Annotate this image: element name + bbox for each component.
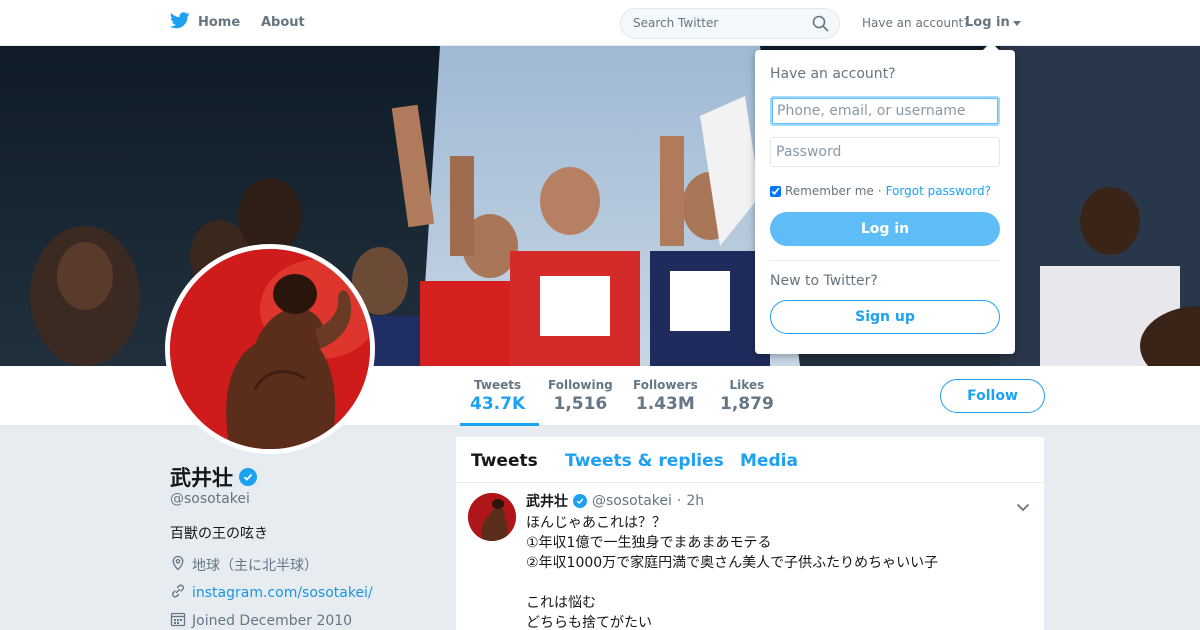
- login-dropdown: Have an account? Remember me · Forgot pa…: [755, 42, 1015, 354]
- tweet-author-screen-name[interactable]: @sosotakei: [592, 493, 672, 509]
- profile-avatar[interactable]: [165, 244, 375, 454]
- tweet-separator: ·: [676, 493, 682, 509]
- stat-value: 1,516: [553, 394, 608, 414]
- timeline: Tweets Tweets & replies Media 武井壮 @sosot…: [456, 437, 1044, 630]
- nav-home-link[interactable]: Home: [169, 12, 241, 33]
- profile-url: instagram.com/sosotakei/: [170, 583, 373, 603]
- stat-value: 1.43M: [635, 394, 695, 414]
- stat-value: 43.7K: [470, 394, 526, 414]
- stat-followers[interactable]: Followers 1.43M: [633, 378, 698, 414]
- profile-location: 地球（主に北半球）: [170, 555, 318, 575]
- profile-screen-name: @sosotakei: [170, 491, 250, 507]
- calendar-icon: [170, 611, 186, 630]
- twitter-bird-icon: [169, 12, 190, 33]
- username-field[interactable]: [770, 96, 1000, 126]
- have-account-text: Have an account?: [862, 16, 970, 30]
- location-pin-icon: [170, 555, 186, 575]
- tab-tweets[interactable]: Tweets: [471, 451, 538, 471]
- password-field[interactable]: [770, 137, 1000, 167]
- tweet-avatar[interactable]: [468, 493, 516, 541]
- stat-label: Tweets: [474, 378, 522, 392]
- tweet[interactable]: 武井壮 @sosotakei · 2h ほんじゃあこれは？？ ①年収1億で一生独…: [456, 483, 1044, 630]
- remember-me-checkbox[interactable]: [770, 185, 781, 197]
- new-to-twitter-text: New to Twitter?: [770, 273, 878, 289]
- stat-likes[interactable]: Likes 1,879: [720, 378, 774, 414]
- search-icon[interactable]: [812, 15, 829, 36]
- chevron-down-icon: [1012, 21, 1021, 26]
- nav-about-link[interactable]: About: [261, 15, 305, 30]
- tab-tweets-and-replies[interactable]: Tweets & replies: [565, 451, 724, 471]
- dropdown-divider: [770, 260, 1000, 261]
- top-nav: Home About Have an account? Log in: [0, 0, 1200, 46]
- forgot-password-link[interactable]: Forgot password?: [886, 184, 991, 198]
- search-box: [620, 8, 840, 39]
- verified-badge-icon: [573, 494, 587, 508]
- link-icon: [170, 583, 186, 603]
- avatar-photo: [170, 249, 370, 449]
- tweet-avatar-photo: [468, 493, 516, 541]
- dropdown-title: Have an account?: [770, 66, 896, 82]
- search-input[interactable]: [633, 16, 803, 30]
- remember-me-row: Remember me · Forgot password?: [770, 184, 991, 198]
- stat-label: Likes: [729, 378, 765, 392]
- stat-tweets[interactable]: Tweets 43.7K: [459, 378, 540, 426]
- tweet-header: 武井壮 @sosotakei · 2h: [526, 491, 704, 511]
- tweet-author-name[interactable]: 武井壮: [526, 491, 568, 511]
- stat-label: Followers: [633, 378, 698, 392]
- stat-following[interactable]: Following 1,516: [548, 378, 613, 414]
- profile-name: 武井壮: [170, 462, 257, 492]
- signup-button[interactable]: Sign up: [770, 300, 1000, 334]
- login-toggle-label: Log in: [965, 15, 1010, 30]
- location-text: 地球（主に北半球）: [192, 558, 318, 574]
- remember-me-label[interactable]: Remember me: [785, 184, 874, 198]
- nav-home-label: Home: [198, 15, 241, 30]
- tab-media[interactable]: Media: [740, 451, 798, 471]
- follow-button[interactable]: Follow: [940, 379, 1045, 413]
- profile-joined: Joined December 2010: [170, 611, 352, 630]
- tweet-text: ほんじゃあこれは？？ ①年収1億で一生独身でまあまあモテる ②年収1000万で家…: [526, 515, 939, 630]
- verified-badge-icon: [239, 468, 257, 486]
- login-toggle[interactable]: Log in: [965, 15, 1021, 30]
- joined-text: Joined December 2010: [192, 613, 353, 629]
- stat-label: Following: [548, 378, 613, 392]
- login-button[interactable]: Log in: [770, 212, 1000, 246]
- stat-value: 1,879: [720, 394, 774, 414]
- tweet-timestamp[interactable]: 2h: [686, 493, 704, 509]
- profile-name-text: 武井壮: [170, 466, 233, 490]
- profile-url-link[interactable]: instagram.com/sosotakei/: [192, 585, 373, 601]
- separator-dot: ·: [877, 184, 882, 198]
- timeline-tabs: Tweets Tweets & replies Media: [456, 437, 1044, 483]
- profile-bio: 百獣の王の呟き: [170, 526, 268, 542]
